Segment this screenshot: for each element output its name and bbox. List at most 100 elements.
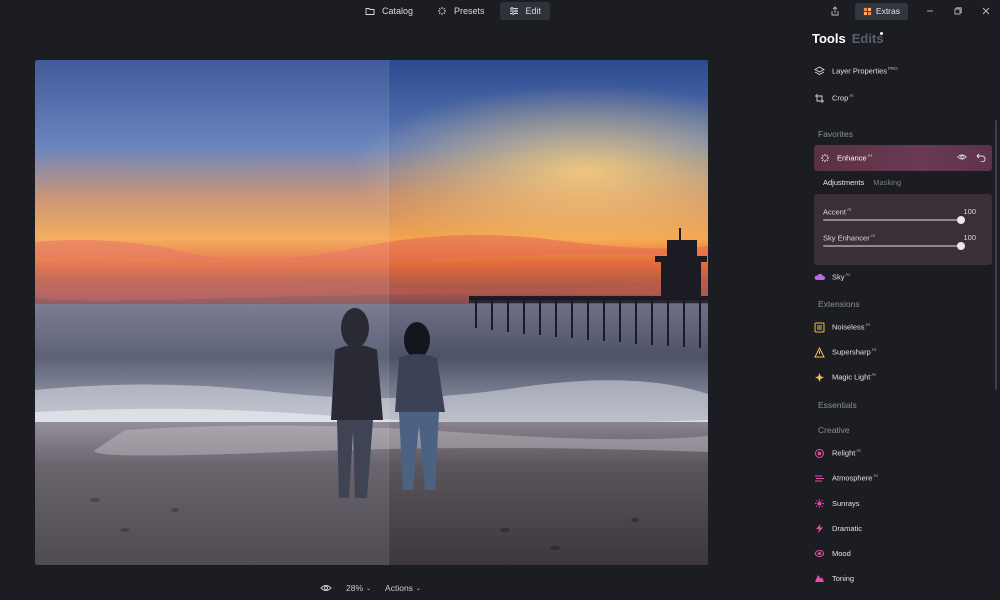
tool-magic-light[interactable]: Magic LightAI — [814, 366, 992, 388]
tool-label: Mood — [832, 548, 851, 558]
panel-tabs: Tools Edits — [812, 31, 884, 46]
tool-label: Dramatic — [832, 523, 863, 533]
edits-notification-dot — [880, 32, 883, 35]
before-preview-overlay — [35, 60, 389, 565]
tool-label: Sunrays — [832, 498, 860, 508]
zoom-level: 28% — [346, 583, 364, 593]
tool-dramatic[interactable]: Dramatic — [814, 517, 992, 539]
magic-light-icon — [815, 372, 824, 382]
extras-icon — [863, 7, 872, 15]
undo-icon — [976, 153, 986, 162]
ai-badge: AI — [871, 372, 876, 378]
tool-supersharp[interactable]: SupersharpAI — [814, 341, 992, 363]
bottom-toolbar: 28% ⌄ Actions ⌄ — [320, 580, 421, 596]
section-creative[interactable]: Creative — [818, 425, 850, 435]
ai-badge: AI — [849, 93, 854, 99]
photo-canvas[interactable] — [35, 60, 708, 565]
ai-badge: AI — [871, 347, 877, 353]
section-essentials[interactable]: Essentials — [818, 400, 857, 410]
slider-sky-enhancer: Sky EnhancerAI 100 — [823, 233, 983, 255]
tab-edits[interactable]: Edits — [852, 31, 884, 46]
ai-badge: AI — [867, 153, 872, 159]
extras-label: Extras — [875, 6, 900, 16]
slider-track[interactable] — [823, 219, 961, 221]
close-icon — [982, 7, 990, 15]
mode-tabs: Catalog Presets Edit — [356, 2, 551, 20]
sparkle-icon — [438, 7, 447, 15]
tab-catalog-label: Catalog — [382, 6, 414, 16]
tab-edit[interactable]: Edit — [499, 2, 551, 20]
visibility-toggle[interactable] — [957, 152, 967, 162]
tool-label: Magic Light — [832, 372, 871, 382]
restore-button[interactable] — [944, 0, 972, 22]
eye-icon — [320, 585, 332, 591]
tool-label: Crop — [832, 93, 849, 103]
slider-accent: AccentAI 100 — [823, 207, 983, 229]
tab-catalog[interactable]: Catalog — [356, 2, 422, 20]
slider-value: 100 — [963, 207, 976, 216]
tab-masking[interactable]: Masking — [873, 178, 901, 187]
slider-track[interactable] — [823, 245, 961, 247]
tool-toning[interactable]: Toning — [814, 567, 992, 589]
top-bar: Catalog Presets Edit Extras — [0, 0, 1000, 24]
tab-presets[interactable]: Presets — [428, 2, 494, 20]
panel-scrollbar[interactable] — [995, 120, 997, 390]
window-controls: Extras — [821, 0, 1000, 22]
enhance-actions — [957, 152, 986, 162]
tool-mood[interactable]: Mood — [814, 542, 992, 564]
section-extensions: Extensions — [818, 299, 860, 309]
sliders-icon — [509, 7, 518, 15]
enhance-sparkle-icon — [821, 154, 829, 162]
sunrays-icon — [815, 498, 824, 508]
actions-dropdown[interactable]: Actions ⌄ — [385, 583, 421, 593]
atmosphere-icon — [815, 475, 824, 481]
tool-label: Sky — [832, 272, 845, 282]
extras-button[interactable]: Extras — [854, 2, 908, 20]
relight-icon — [815, 448, 824, 458]
close-button[interactable] — [972, 0, 1000, 22]
layers-icon — [814, 65, 825, 75]
tab-tools[interactable]: Tools — [812, 31, 846, 46]
tool-label: Relight — [832, 448, 856, 458]
tool-label: Enhance — [837, 153, 867, 163]
zoom-dropdown[interactable]: 28% ⌄ — [346, 583, 371, 593]
actions-label: Actions — [385, 583, 413, 593]
tool-layer-properties[interactable]: Layer PropertiesPRO — [814, 60, 992, 82]
tool-noiseless[interactable]: NoiselessAI — [814, 316, 992, 338]
tool-sunrays[interactable]: Sunrays — [814, 492, 992, 514]
cloud-icon — [814, 273, 825, 280]
slider-label: AccentAI — [823, 207, 852, 217]
tool-enhance[interactable]: EnhanceAI — [814, 145, 992, 171]
folder-icon — [365, 8, 375, 15]
noiseless-icon — [814, 322, 825, 332]
crop-icon — [815, 93, 824, 103]
slider-thumb[interactable] — [957, 216, 965, 224]
tool-atmosphere[interactable]: AtmosphereAI — [814, 467, 992, 489]
ai-badge: AI — [865, 322, 870, 328]
reset-button[interactable] — [976, 152, 986, 162]
chevron-down-icon: ⌄ — [366, 585, 372, 592]
ai-badge: AI — [870, 233, 875, 238]
mood-icon — [814, 549, 825, 557]
pro-badge: PRO — [888, 66, 898, 72]
minimize-button[interactable] — [916, 0, 944, 22]
toning-icon — [815, 574, 824, 582]
tab-presets-label: Presets — [454, 6, 485, 16]
tool-sky[interactable]: SkyAI — [814, 266, 992, 288]
slider-thumb[interactable] — [957, 242, 965, 250]
tool-label: Supersharp — [832, 347, 871, 357]
tool-label: Toning — [832, 573, 855, 583]
restore-icon — [954, 7, 962, 15]
tools-panel: Tools Edits Layer PropertiesPRO CropAI F… — [806, 24, 1000, 600]
ai-badge: AI — [873, 473, 878, 479]
ai-badge: AI — [845, 272, 850, 278]
share-button[interactable] — [821, 0, 849, 22]
section-favorites: Favorites — [818, 129, 853, 139]
slider-label: Sky EnhancerAI — [823, 233, 875, 243]
tab-adjustments[interactable]: Adjustments — [823, 178, 864, 187]
dramatic-icon — [816, 523, 823, 533]
preview-toggle-button[interactable] — [320, 583, 332, 593]
tool-relight[interactable]: RelightAI — [814, 442, 992, 464]
tool-crop[interactable]: CropAI — [814, 87, 992, 109]
compare-divider[interactable] — [388, 60, 389, 565]
